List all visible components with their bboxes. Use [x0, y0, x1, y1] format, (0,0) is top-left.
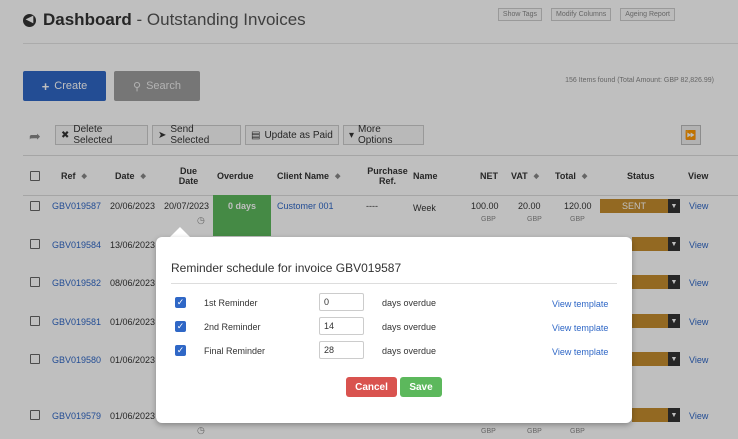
cancel-button[interactable]: Cancel	[346, 377, 397, 397]
view-template-link[interactable]: View template	[552, 299, 608, 309]
save-button[interactable]: Save	[400, 377, 442, 397]
reminder-suffix: days overdue	[382, 322, 437, 332]
reminder-row-final: ✓ Final Reminder 28 days overdue View te…	[156, 341, 632, 361]
reminder-schedule-modal: Reminder schedule for invoice GBV019587 …	[156, 237, 632, 423]
page: ◀ Dashboard - Outstanding Invoices Show …	[0, 0, 738, 439]
check-icon[interactable]: ✓	[175, 345, 186, 356]
reminder-label: 1st Reminder	[204, 298, 258, 308]
reminder-days-input[interactable]: 28	[319, 341, 364, 359]
reminder-days-input[interactable]: 0	[319, 293, 364, 311]
check-icon[interactable]: ✓	[175, 321, 186, 332]
view-template-link[interactable]: View template	[552, 347, 608, 357]
reminder-row-1st: ✓ 1st Reminder 0 days overdue View templ…	[156, 293, 632, 313]
reminder-row-2nd: ✓ 2nd Reminder 14 days overdue View temp…	[156, 317, 632, 337]
check-icon[interactable]: ✓	[175, 297, 186, 308]
reminder-label: Final Reminder	[204, 346, 266, 356]
modal-title: Reminder schedule for invoice GBV019587	[171, 261, 402, 275]
reminder-suffix: days overdue	[382, 346, 437, 356]
reminder-days-input[interactable]: 14	[319, 317, 364, 335]
view-template-link[interactable]: View template	[552, 323, 608, 333]
modal-pointer	[170, 227, 190, 237]
reminder-suffix: days overdue	[382, 298, 437, 308]
modal-divider	[171, 283, 617, 284]
reminder-label: 2nd Reminder	[204, 322, 261, 332]
